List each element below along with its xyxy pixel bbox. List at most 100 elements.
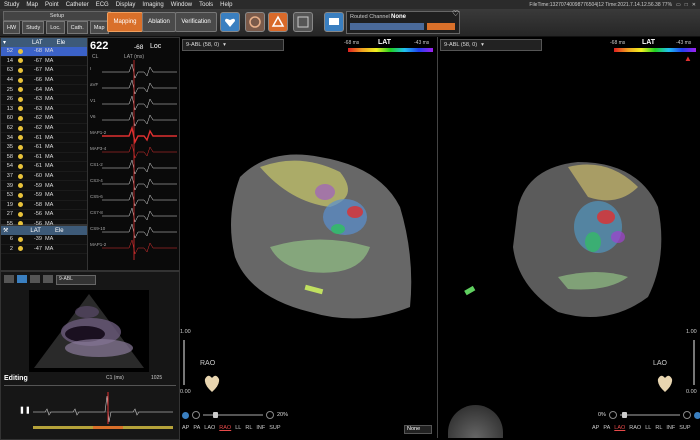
- orient-pa-button[interactable]: PA: [193, 425, 200, 431]
- right-zoom-in-icon[interactable]: [682, 411, 691, 419]
- menu-study[interactable]: Study: [4, 2, 19, 8]
- ele-column-header-2[interactable]: Ele: [55, 228, 64, 234]
- menu-imaging[interactable]: Imaging: [142, 2, 163, 8]
- left-heart-model[interactable]: [210, 137, 420, 337]
- left-catheter-select[interactable]: 9-ABL (58, 0) ▾: [182, 39, 284, 51]
- orient-inf-button[interactable]: INF: [666, 425, 675, 431]
- menu-map[interactable]: Map: [26, 2, 38, 8]
- right-zoom-slider[interactable]: [619, 412, 680, 418]
- left-scale-slider[interactable]: [183, 340, 185, 385]
- secondary-list-row[interactable]: 6 -39 MA: [1, 235, 87, 245]
- right-lat-min: -68 ms: [610, 40, 626, 46]
- ultrasound-tool-1-icon[interactable]: [4, 275, 14, 283]
- routed-channel-button[interactable]: [427, 23, 455, 30]
- point-list-row[interactable]: 58 -61 MA: [1, 153, 87, 163]
- orient-rl-button[interactable]: RL: [245, 425, 252, 431]
- orient-inf-button[interactable]: INF: [256, 425, 265, 431]
- orient-ap-button[interactable]: AP: [182, 425, 189, 431]
- point-list-row[interactable]: 13 -63 MA: [1, 105, 87, 115]
- menu-tools[interactable]: Tools: [199, 2, 213, 8]
- right-heart-model[interactable]: [498, 147, 678, 337]
- menu-display[interactable]: Display: [116, 2, 136, 8]
- point-list-row[interactable]: 27 -56 MA: [1, 210, 87, 220]
- display-icon[interactable]: [324, 12, 344, 32]
- heart-map-icon[interactable]: [220, 12, 240, 32]
- point-list-row[interactable]: 52 -68 MA: [1, 47, 87, 57]
- orient-ap-button[interactable]: AP: [592, 425, 599, 431]
- minimize-icon[interactable]: ▭: [676, 2, 681, 8]
- point-list-row[interactable]: 54 -61 MA: [1, 162, 87, 172]
- right-zoom-icon[interactable]: [693, 411, 700, 419]
- orient-lao-button[interactable]: LAO: [614, 425, 625, 431]
- ultrasound-tool-4-icon[interactable]: [43, 275, 53, 283]
- orient-ll-button[interactable]: LL: [235, 425, 241, 431]
- point-list-row[interactable]: 14 -67 MA: [1, 57, 87, 67]
- right-orientation-heart-icon[interactable]: [653, 370, 677, 394]
- right-catheter-select[interactable]: 9-ABL (58, 0) ▾: [440, 39, 542, 51]
- orient-lao-button[interactable]: LAO: [204, 425, 215, 431]
- point-list-row[interactable]: 35 -61 MA: [1, 143, 87, 153]
- surface-icon[interactable]: [293, 12, 313, 32]
- close-icon[interactable]: ✕: [692, 2, 696, 8]
- ultrasound-tool-2-icon[interactable]: [17, 275, 27, 283]
- menu-catheter[interactable]: Catheter: [66, 2, 89, 8]
- left-orientation-heart-icon[interactable]: [200, 370, 224, 394]
- point-list-row[interactable]: 60 -62 MA: [1, 114, 87, 124]
- fluoro-thumbnail[interactable]: [448, 405, 503, 438]
- point-list-row[interactable]: 44 -66 MA: [1, 76, 87, 86]
- orient-sup-button[interactable]: SUP: [679, 425, 690, 431]
- sort-icon[interactable]: ▾: [3, 39, 6, 46]
- point-list-row[interactable]: 34 -61 MA: [1, 133, 87, 143]
- map-view-right[interactable]: 9-ABL (58, 0) ▾ -68 ms LAT -43 ms ▲ 1.00…: [438, 37, 700, 438]
- tab-cath[interactable]: Cath.: [66, 21, 88, 34]
- left-zoom-in-icon[interactable]: [266, 411, 274, 419]
- routed-channel-selector[interactable]: [350, 23, 424, 30]
- menu-window[interactable]: Window: [171, 2, 192, 8]
- orient-ll-button[interactable]: LL: [645, 425, 651, 431]
- pause-icon[interactable]: ❚❚: [19, 406, 31, 414]
- point-list-row[interactable]: 25 -64 MA: [1, 85, 87, 95]
- menu-ecg[interactable]: ECG: [96, 2, 109, 8]
- orient-rao-button[interactable]: RAO: [629, 425, 641, 431]
- left-zoom-slider[interactable]: [203, 412, 263, 418]
- point-list-row[interactable]: 26 -63 MA: [1, 95, 87, 105]
- ablation-button[interactable]: Ablation: [142, 12, 176, 32]
- right-zoom-out-icon[interactable]: [608, 411, 617, 419]
- point-list-row[interactable]: 63 -67 MA: [1, 66, 87, 76]
- tab-hw[interactable]: HW: [3, 21, 21, 34]
- verification-button[interactable]: Verification: [175, 12, 217, 32]
- orient-sup-button[interactable]: SUP: [269, 425, 280, 431]
- menu-help[interactable]: Help: [220, 2, 232, 8]
- menu-point[interactable]: Point: [45, 2, 59, 8]
- catheter-icon[interactable]: [245, 12, 265, 32]
- point-list-row[interactable]: 19 -58 MA: [1, 201, 87, 211]
- ultrasound-catheter-select[interactable]: 9-ABL: [56, 275, 96, 285]
- tab-study[interactable]: Study: [22, 21, 45, 34]
- orient-pa-button[interactable]: PA: [603, 425, 610, 431]
- orient-rao-button[interactable]: RAO: [219, 425, 231, 431]
- map-view-left[interactable]: 9-ABL (58, 0) ▾ -68 ms LAT -43 ms 1.00 0…: [180, 37, 438, 438]
- orient-rl-button[interactable]: RL: [655, 425, 662, 431]
- ecg-strip[interactable]: [33, 392, 173, 432]
- tab-map[interactable]: Map: [89, 21, 109, 34]
- setup-button[interactable]: Setup: [3, 11, 111, 21]
- mapping-button[interactable]: Mapping: [107, 12, 143, 32]
- point-list-row[interactable]: 39 -59 MA: [1, 181, 87, 191]
- lat-column-header-2[interactable]: LAT: [30, 228, 41, 234]
- triangle-icon[interactable]: [268, 12, 288, 32]
- point-list-row[interactable]: 37 -60 MA: [1, 172, 87, 182]
- maximize-icon[interactable]: □: [685, 2, 688, 8]
- left-zoom-out-icon[interactable]: [192, 411, 200, 419]
- point-list-row[interactable]: 62 -62 MA: [1, 124, 87, 134]
- ecg-traces[interactable]: IaVF V1 V6 MAP1-2 MAP3-4 CS1-2 CS3-4 CS5-6 CS7-8…: [88, 60, 179, 270]
- right-scale-slider[interactable]: [693, 340, 695, 385]
- tab-loc[interactable]: Loc.: [46, 21, 65, 34]
- left-view-dropdown[interactable]: None: [404, 425, 432, 434]
- left-zoom-icon[interactable]: [182, 411, 189, 419]
- ele-column-header[interactable]: Ele: [57, 40, 66, 46]
- ultrasound-tool-3-icon[interactable]: [30, 275, 40, 283]
- wrench-icon[interactable]: ⚒: [3, 227, 8, 234]
- point-list-row[interactable]: 53 -59 MA: [1, 191, 87, 201]
- secondary-list-row[interactable]: 2 -47 MA: [1, 245, 87, 255]
- lat-column-header[interactable]: LAT: [32, 40, 43, 46]
